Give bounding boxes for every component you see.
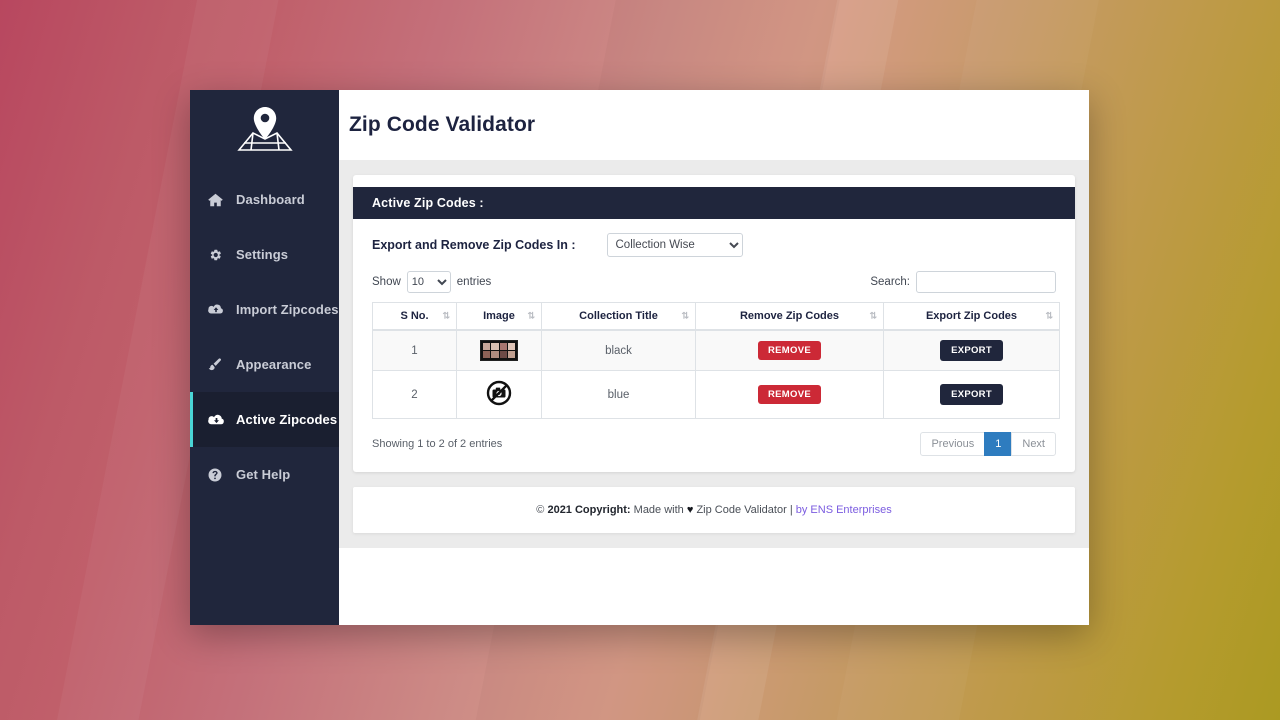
app-window: Dashboard Settings Import Zipcodes bbox=[190, 90, 1089, 625]
sort-icon: ⇅ bbox=[1045, 311, 1052, 322]
page-blank-tail bbox=[339, 548, 1089, 625]
sidebar-item-label: Active Zipcodes bbox=[236, 412, 337, 427]
column-header-image[interactable]: Image ⇅ bbox=[457, 303, 542, 331]
page-footer-wrap: © 2021 Copyright: Made with ♥ Zip Code V… bbox=[339, 487, 1089, 548]
cloud-upload-icon bbox=[208, 303, 227, 316]
column-label: Remove Zip Codes bbox=[740, 310, 839, 322]
table-footer: Showing 1 to 2 of 2 entries Previous 1 N… bbox=[372, 432, 1056, 456]
column-label: Collection Title bbox=[579, 310, 658, 322]
sidebar-item-label: Appearance bbox=[236, 357, 311, 372]
cloud-download-icon bbox=[208, 413, 227, 427]
export-mode-row: Export and Remove Zip Codes In : Collect… bbox=[372, 233, 1056, 257]
cell-collection-title: blue bbox=[542, 371, 696, 419]
sidebar-item-label: Settings bbox=[236, 247, 288, 262]
page-title: Zip Code Validator bbox=[349, 113, 535, 137]
search-input[interactable] bbox=[916, 271, 1056, 293]
sidebar-item-label: Import Zipcodes bbox=[236, 302, 339, 317]
sidebar-item-import-zipcodes[interactable]: Import Zipcodes bbox=[190, 282, 339, 337]
eyeshadow-palette-thumbnail bbox=[480, 340, 518, 361]
active-zip-codes-card: Active Zip Codes : Export and Remove Zip… bbox=[353, 175, 1075, 472]
paint-brush-icon bbox=[208, 358, 227, 372]
table-controls: Show 10 entries Search: bbox=[372, 271, 1056, 293]
column-header-sno[interactable]: S No. ⇅ bbox=[373, 303, 457, 331]
export-mode-label: Export and Remove Zip Codes In : bbox=[372, 238, 576, 252]
sidebar-nav: Dashboard Settings Import Zipcodes bbox=[190, 168, 339, 502]
brand-logo[interactable] bbox=[190, 90, 339, 168]
column-label: Image bbox=[483, 310, 515, 322]
pagination: Previous 1 Next bbox=[921, 432, 1056, 456]
map-pin-location-icon bbox=[235, 103, 295, 155]
copyright-year: 2021 Copyright: bbox=[547, 504, 630, 516]
cell-image bbox=[457, 330, 542, 371]
search-control: Search: bbox=[870, 271, 1056, 293]
sidebar-item-settings[interactable]: Settings bbox=[190, 227, 339, 282]
cell-remove: REMOVE bbox=[696, 330, 884, 371]
gear-icon bbox=[208, 248, 227, 262]
card-header: Active Zip Codes : bbox=[353, 187, 1075, 219]
sidebar: Dashboard Settings Import Zipcodes bbox=[190, 90, 339, 625]
column-label: S No. bbox=[400, 310, 428, 322]
export-button[interactable]: EXPORT bbox=[940, 340, 1003, 361]
entries-label: entries bbox=[457, 276, 492, 288]
table-row: 1 bbox=[373, 330, 1060, 371]
zip-codes-table: S No. ⇅ Image ⇅ Collection Title ⇅ bbox=[372, 302, 1060, 419]
footer-company-link[interactable]: by ENS Enterprises bbox=[796, 504, 892, 516]
pagination-previous[interactable]: Previous bbox=[920, 432, 985, 456]
question-circle-icon bbox=[208, 468, 227, 482]
column-header-export-zip-codes[interactable]: Export Zip Codes ⇅ bbox=[884, 303, 1060, 331]
sidebar-item-label: Get Help bbox=[236, 467, 290, 482]
column-header-collection-title[interactable]: Collection Title ⇅ bbox=[542, 303, 696, 331]
main-area: Zip Code Validator Active Zip Codes : Ex… bbox=[339, 90, 1089, 625]
copyright-symbol: © bbox=[536, 504, 544, 516]
page-footer: © 2021 Copyright: Made with ♥ Zip Code V… bbox=[353, 487, 1075, 533]
show-label: Show bbox=[372, 276, 401, 288]
sidebar-item-dashboard[interactable]: Dashboard bbox=[190, 172, 339, 227]
cell-export: EXPORT bbox=[884, 330, 1060, 371]
column-label: Export Zip Codes bbox=[926, 310, 1017, 322]
table-row: 2 bbox=[373, 371, 1060, 419]
page-length-control: Show 10 entries bbox=[372, 271, 491, 293]
cell-export: EXPORT bbox=[884, 371, 1060, 419]
page-length-select[interactable]: 10 bbox=[407, 271, 451, 293]
content-area: Active Zip Codes : Export and Remove Zip… bbox=[339, 160, 1089, 487]
search-label: Search: bbox=[870, 276, 910, 288]
sidebar-item-active-zipcodes[interactable]: Active Zipcodes bbox=[190, 392, 339, 447]
sort-icon: ⇅ bbox=[527, 311, 534, 322]
cell-remove: REMOVE bbox=[696, 371, 884, 419]
sort-icon: ⇅ bbox=[442, 311, 449, 322]
pagination-page-1[interactable]: 1 bbox=[984, 432, 1012, 456]
cell-sno: 1 bbox=[373, 330, 457, 371]
cell-image bbox=[457, 371, 542, 419]
sidebar-item-appearance[interactable]: Appearance bbox=[190, 337, 339, 392]
made-with-text: Made with bbox=[634, 504, 684, 516]
sidebar-item-label: Dashboard bbox=[236, 192, 305, 207]
collection-wise-select[interactable]: Collection Wise bbox=[607, 233, 743, 257]
cell-collection-title: black bbox=[542, 330, 696, 371]
table-header-row: S No. ⇅ Image ⇅ Collection Title ⇅ bbox=[373, 303, 1060, 331]
entries-info: Showing 1 to 2 of 2 entries bbox=[372, 438, 502, 450]
no-image-placeholder-icon bbox=[486, 380, 512, 406]
product-name: Zip Code Validator bbox=[696, 504, 786, 516]
cell-sno: 2 bbox=[373, 371, 457, 419]
footer-separator: | bbox=[790, 504, 793, 516]
sort-icon: ⇅ bbox=[869, 311, 876, 322]
remove-button[interactable]: REMOVE bbox=[758, 341, 821, 360]
pagination-next[interactable]: Next bbox=[1011, 432, 1056, 456]
sidebar-item-get-help[interactable]: Get Help bbox=[190, 447, 339, 502]
heart-icon: ♥ bbox=[687, 504, 694, 516]
export-button[interactable]: EXPORT bbox=[940, 384, 1003, 405]
column-header-remove-zip-codes[interactable]: Remove Zip Codes ⇅ bbox=[696, 303, 884, 331]
remove-button[interactable]: REMOVE bbox=[758, 385, 821, 404]
sort-icon: ⇅ bbox=[681, 311, 688, 322]
home-icon bbox=[208, 193, 227, 207]
top-header: Zip Code Validator bbox=[339, 90, 1089, 160]
